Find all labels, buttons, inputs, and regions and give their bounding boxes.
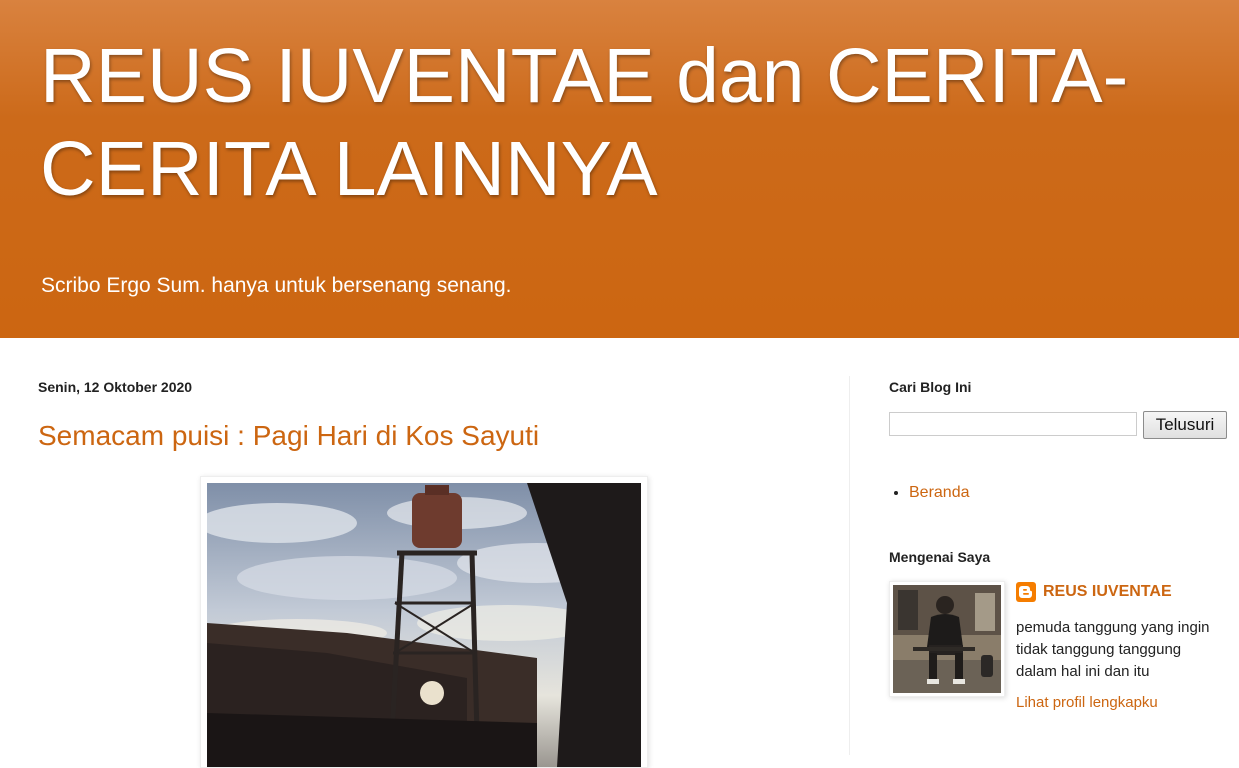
view-full-profile-link[interactable]: Lihat profil lengkapku — [1016, 694, 1158, 711]
post-date: Senin, 12 Oktober 2020 — [38, 379, 193, 395]
blogger-icon — [1016, 582, 1036, 602]
post-image-frame[interactable] — [200, 476, 648, 768]
search-button[interactable]: Telusuri — [1143, 411, 1227, 439]
column-divider — [849, 376, 850, 755]
profile-description: pemuda tanggung yang ingin tidak tanggun… — [1016, 619, 1210, 680]
blog-title[interactable]: REUS IUVENTAE dan CERITA-CERITA LAINNYA — [40, 30, 1220, 216]
pages-list-item: Beranda — [909, 484, 970, 502]
search-widget-title: Cari Blog Ini — [889, 379, 972, 395]
pages-list: Beranda — [889, 484, 970, 502]
profile-name-link[interactable]: REUS IUVENTAE — [1016, 582, 1172, 602]
profile-widget-title: Mengenai Saya — [889, 549, 991, 565]
profile-avatar-image — [893, 585, 1001, 693]
blog-description: Scribo Ergo Sum. hanya untuk bersenang s… — [41, 274, 512, 297]
page-link-beranda[interactable]: Beranda — [909, 484, 970, 501]
profile-name: REUS IUVENTAE — [1043, 583, 1172, 600]
blog-header: REUS IUVENTAE dan CERITA-CERITA LAINNYA … — [0, 0, 1239, 338]
profile-photo[interactable] — [889, 581, 1005, 697]
post-image[interactable] — [207, 483, 641, 767]
water-tower-photo — [207, 483, 641, 767]
search-input[interactable] — [889, 412, 1137, 436]
post-title[interactable]: Semacam puisi : Pagi Hari di Kos Sayuti — [38, 420, 539, 452]
